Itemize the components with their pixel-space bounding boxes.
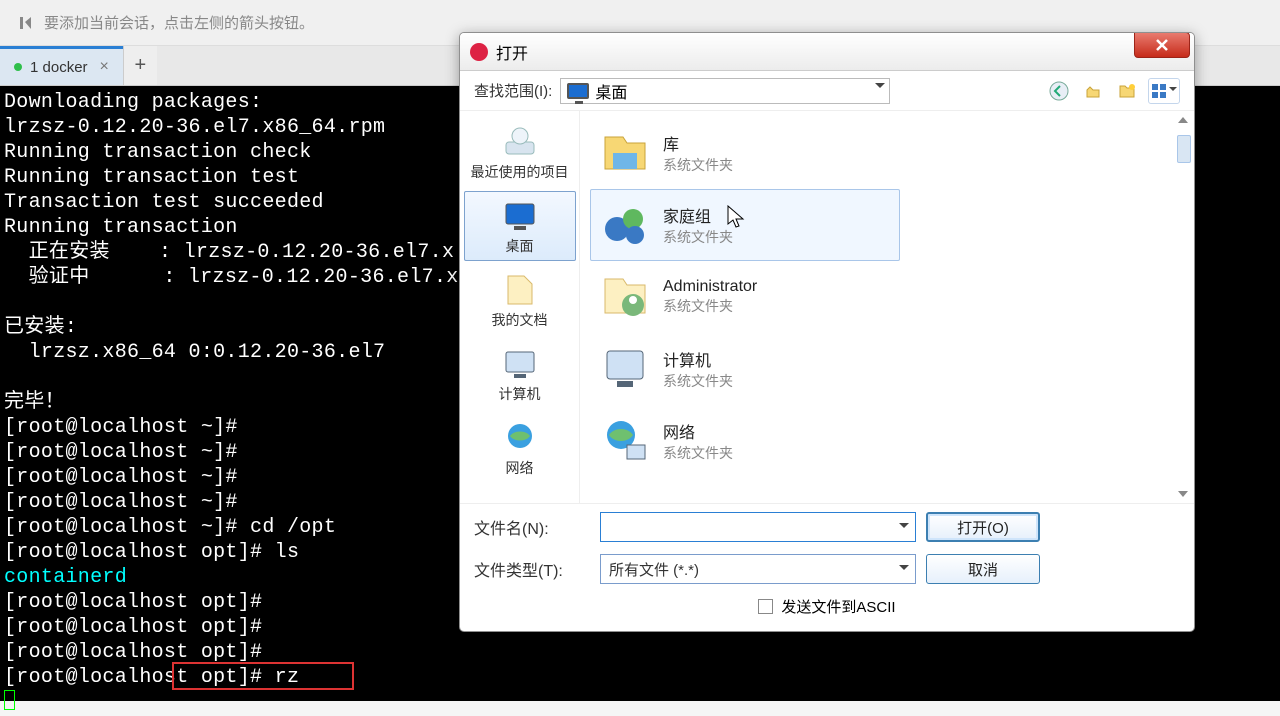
places-sidebar: 最近使用的项目桌面我的文档计算机网络	[460, 111, 580, 503]
dialog-bottom: 文件名(N): 打开(O) 文件类型(T): 所有文件 (*.*) 取消 发送文…	[460, 503, 1194, 631]
hint-text: 要添加当前会话，点击左侧的箭头按钮。	[44, 12, 314, 33]
filename-label: 文件名(N):	[474, 515, 590, 539]
chevron-down-icon	[1169, 87, 1177, 95]
open-file-dialog: 打开 查找范围(I): 桌面 最近使用的项目桌面我的文档计算机网络	[459, 32, 1195, 632]
dialog-titlebar[interactable]: 打开	[460, 33, 1194, 71]
filetype-label: 文件类型(T):	[474, 557, 590, 581]
desktop-icon	[567, 83, 589, 99]
tab-status-dot	[14, 63, 22, 71]
file-item[interactable]: 计算机系统文件夹	[590, 333, 900, 405]
view-menu-button[interactable]	[1148, 78, 1180, 104]
back-button[interactable]	[1046, 78, 1072, 104]
lookin-value: 桌面	[595, 79, 627, 103]
tab-docker[interactable]: 1 docker ×	[0, 46, 123, 85]
lookin-combo[interactable]: 桌面	[560, 78, 890, 104]
ascii-checkbox[interactable]	[758, 599, 773, 614]
hint-icon	[18, 15, 34, 31]
place-3[interactable]: 计算机	[464, 339, 576, 409]
file-item[interactable]: 网络系统文件夹	[590, 405, 900, 477]
file-list[interactable]: 库系统文件夹家庭组系统文件夹Administrator系统文件夹计算机系统文件夹…	[580, 111, 1194, 503]
scrollbar[interactable]	[1174, 113, 1192, 501]
place-2[interactable]: 我的文档	[464, 265, 576, 335]
cancel-button[interactable]: 取消	[926, 554, 1040, 584]
tab-label: 1 docker	[30, 59, 88, 76]
chevron-down-icon	[899, 523, 909, 533]
place-1[interactable]: 桌面	[464, 191, 576, 261]
tab-close-icon[interactable]: ×	[96, 58, 113, 76]
scroll-up-icon[interactable]	[1174, 113, 1192, 127]
close-icon	[1155, 38, 1169, 52]
chevron-down-icon	[875, 83, 885, 93]
lookin-bar: 查找范围(I): 桌面	[460, 71, 1194, 111]
dialog-title: 打开	[496, 40, 528, 64]
filetype-combo[interactable]: 所有文件 (*.*)	[600, 554, 916, 584]
chevron-down-icon	[899, 565, 909, 575]
place-4[interactable]: 网络	[464, 413, 576, 483]
up-button[interactable]	[1080, 78, 1106, 104]
file-item[interactable]: Administrator系统文件夹	[590, 261, 900, 333]
file-item[interactable]: 家庭组系统文件夹	[590, 189, 900, 261]
file-item[interactable]: 库系统文件夹	[590, 117, 900, 189]
add-tab-button[interactable]: +	[123, 46, 157, 85]
close-button[interactable]	[1134, 32, 1190, 58]
ascii-label: 发送文件到ASCII	[781, 596, 895, 617]
open-button[interactable]: 打开(O)	[926, 512, 1040, 542]
scroll-down-icon[interactable]	[1174, 487, 1192, 501]
place-0[interactable]: 最近使用的项目	[464, 117, 576, 187]
filename-input[interactable]	[600, 512, 916, 542]
lookin-label: 查找范围(I):	[474, 80, 552, 101]
filetype-value: 所有文件 (*.*)	[609, 559, 699, 580]
new-folder-button[interactable]	[1114, 78, 1140, 104]
app-icon	[470, 43, 488, 61]
plus-icon: +	[135, 54, 147, 77]
